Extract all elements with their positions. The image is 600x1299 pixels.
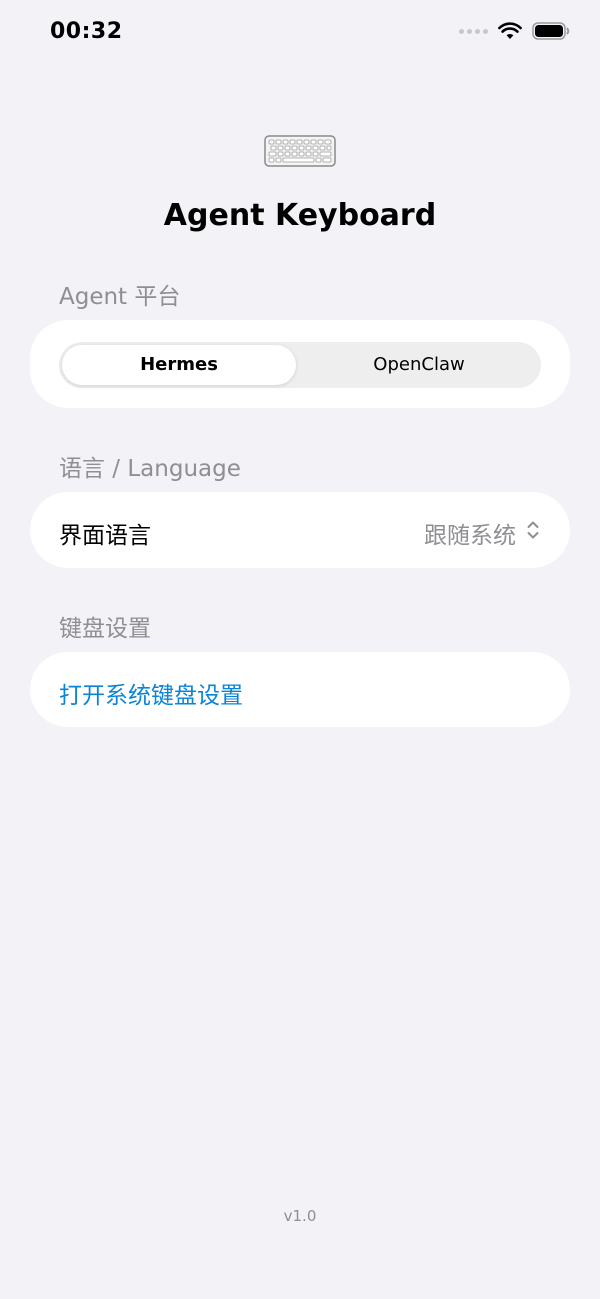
language-row[interactable]: 界面语言 跟随系统: [30, 492, 570, 568]
chevron-up-down-icon: [527, 521, 539, 539]
keyboard-section-label: 键盘设置: [59, 616, 151, 642]
language-picker-value[interactable]: 跟随系统: [424, 516, 516, 550]
version-label: v1.0: [283, 1207, 317, 1225]
segment-openclaw[interactable]: OpenClaw: [300, 345, 538, 385]
app-title: Agent Keyboard: [163, 198, 437, 233]
keyboard-settings-row[interactable]: 打开系统键盘设置: [30, 652, 570, 727]
platform-section-label: Agent 平台: [59, 284, 181, 310]
status-time: 00:32: [50, 19, 123, 44]
status-bar: 00:32: [0, 0, 600, 66]
platform-card: Hermes OpenClaw: [30, 320, 570, 408]
keyboard-icon: [264, 135, 336, 167]
language-section-label: 语言 / Language: [59, 456, 241, 482]
battery-icon: [532, 22, 570, 40]
open-keyboard-settings-link[interactable]: 打开系统键盘设置: [59, 676, 243, 710]
status-icons: [459, 22, 570, 40]
segment-hermes[interactable]: Hermes: [62, 345, 296, 385]
wifi-icon: [498, 22, 522, 39]
language-row-label: 界面语言: [59, 523, 151, 549]
signal-dots-icon: [459, 28, 488, 34]
platform-segmented-control: Hermes OpenClaw: [59, 342, 541, 388]
